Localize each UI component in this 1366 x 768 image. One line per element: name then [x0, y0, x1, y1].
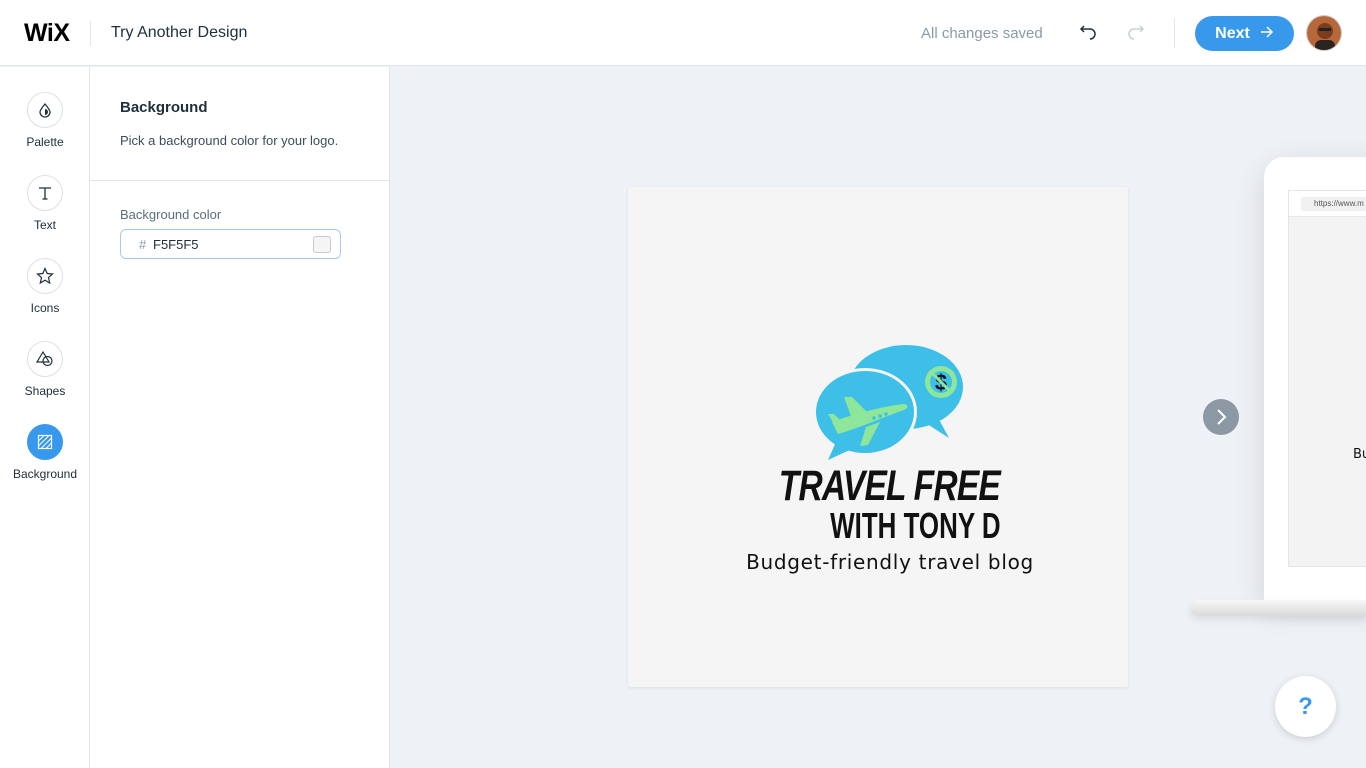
text-icon	[27, 175, 63, 211]
nav-item-background[interactable]: Background	[0, 424, 90, 494]
logo-preview-card[interactable]: $ TRAVEL FREE WITH TONY D Budget-friendl…	[628, 187, 1128, 687]
nav-label: Background	[12, 467, 78, 481]
nav-label: Icons	[30, 301, 60, 315]
background-color-label: Background color	[120, 207, 222, 222]
palette-icon	[27, 92, 63, 128]
nav-label: Text	[33, 218, 56, 232]
next-preview-button[interactable]	[1203, 399, 1239, 435]
mockup-browser-bar: https://www.m	[1289, 191, 1366, 217]
background-panel: Background Pick a background color for y…	[90, 67, 390, 768]
logo-title-line1: TRAVEL FREE	[778, 462, 1001, 510]
laptop-base	[1190, 600, 1366, 616]
panel-description: Pick a background color for your logo.	[120, 133, 339, 148]
help-button[interactable]: ?	[1275, 676, 1336, 737]
hash-prefix: #	[139, 237, 147, 252]
logo-title-line2: WITH TONY D	[830, 505, 1001, 546]
shapes-icon	[27, 341, 63, 377]
star-icon	[27, 258, 63, 294]
arrow-right-icon	[1260, 25, 1274, 43]
nav-item-text[interactable]: Text	[0, 175, 90, 245]
redo-icon[interactable]	[1123, 20, 1147, 44]
nav-label: Shapes	[24, 384, 66, 398]
nav-label: Palette	[26, 135, 64, 149]
color-swatch[interactable]	[313, 236, 331, 253]
mockup-text: Bu	[1353, 447, 1366, 462]
header-divider	[1174, 18, 1175, 48]
panel-divider	[90, 180, 389, 181]
header-divider	[90, 21, 91, 46]
nav-item-shapes[interactable]: Shapes	[0, 341, 90, 411]
user-avatar[interactable]	[1306, 15, 1342, 51]
logo-tagline: Budget-friendly travel blog	[746, 550, 1034, 574]
mockup-url: https://www.m	[1301, 197, 1366, 211]
laptop-mockup: https://www.m Bu	[1264, 157, 1366, 602]
next-button[interactable]: Next	[1195, 16, 1294, 51]
top-bar: WiX Try Another Design All changes saved…	[0, 0, 1366, 66]
mockup-screen: https://www.m Bu	[1288, 190, 1366, 567]
chevron-right-icon	[1217, 409, 1227, 425]
panel-title: Background	[120, 99, 208, 116]
page-title: Try Another Design	[111, 24, 248, 41]
color-hex-input[interactable]	[153, 235, 303, 254]
nav-item-palette[interactable]: Palette	[0, 92, 90, 162]
background-icon	[27, 424, 63, 460]
left-toolbar: Palette Text Icons Shapes Background	[0, 67, 90, 768]
nav-item-icons[interactable]: Icons	[0, 258, 90, 328]
background-color-field[interactable]: #	[120, 229, 341, 259]
wix-logo[interactable]: WiX	[24, 19, 70, 48]
undo-icon[interactable]	[1077, 20, 1101, 44]
next-button-label: Next	[1215, 24, 1250, 42]
save-status: All changes saved	[921, 25, 1043, 42]
logo-bubbles-icon: $	[814, 345, 963, 460]
